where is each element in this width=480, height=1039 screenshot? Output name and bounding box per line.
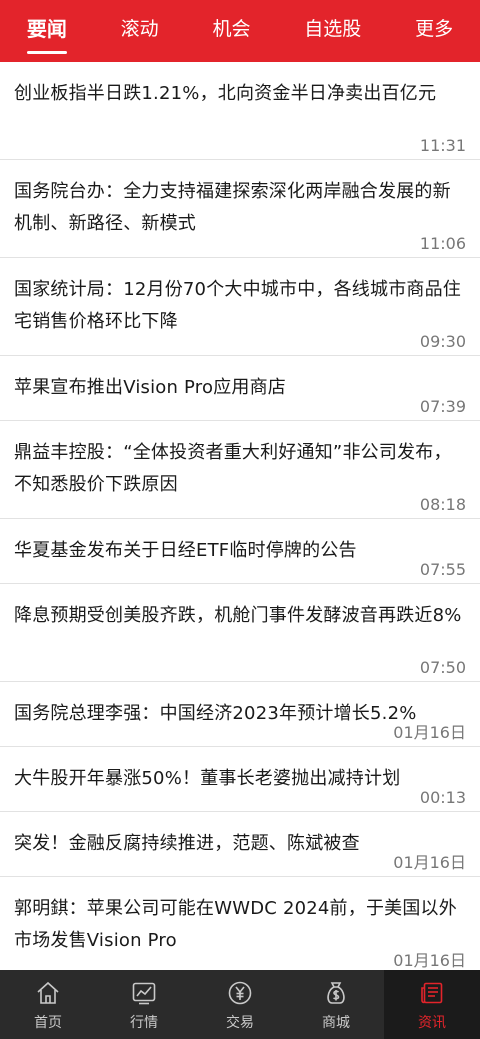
news-title: 鼎益丰控股：“全体投资者重大利好通知”非公司发布，不知悉股价下跌原因 xyxy=(14,442,452,495)
news-item[interactable]: 国务院台办：全力支持福建探索深化两岸融合发展的新机制、新路径、新模式 11:06 xyxy=(0,160,480,258)
chart-icon xyxy=(129,978,159,1008)
app: 要闻 滚动 机会 自选股 更多 创业板指半日跌1.21%，北向资金半日净卖出百亿… xyxy=(0,0,480,1039)
tab-rolling[interactable]: 滚动 xyxy=(113,0,167,62)
nav-trade[interactable]: 交易 xyxy=(192,970,288,1039)
news-title: 创业板指半日跌1.21%，北向资金半日净卖出百亿元 xyxy=(14,83,437,104)
news-list[interactable]: 创业板指半日跌1.21%，北向资金半日净卖出百亿元 11:31 国务院台办：全力… xyxy=(0,62,480,970)
news-item[interactable]: 郭明錤：苹果公司可能在WWDC 2024前，于美国以外市场发售Vision Pr… xyxy=(0,877,480,970)
news-title: 华夏基金发布关于日经ETF临时停牌的公告 xyxy=(14,540,357,561)
nav-home[interactable]: 首页 xyxy=(0,970,96,1039)
nav-label: 商城 xyxy=(322,1014,350,1031)
tab-more[interactable]: 更多 xyxy=(407,0,461,62)
nav-label: 行情 xyxy=(130,1014,158,1031)
news-time: 09:30 xyxy=(419,332,466,351)
tab-opportunities[interactable]: 机会 xyxy=(204,0,258,62)
news-time: 07:39 xyxy=(419,397,466,416)
news-item[interactable]: 创业板指半日跌1.21%，北向资金半日净卖出百亿元 11:31 xyxy=(0,62,480,160)
news-title: 大牛股开年暴涨50%！董事长老婆抛出减持计划 xyxy=(14,768,401,789)
news-item[interactable]: 国务院总理李强：中国经济2023年预计增长5.2% 01月16日 xyxy=(0,682,480,747)
news-time: 01月16日 xyxy=(393,723,466,742)
news-title: 郭明錤：苹果公司可能在WWDC 2024前，于美国以外市场发售Vision Pr… xyxy=(14,898,457,951)
nav-label: 交易 xyxy=(226,1014,254,1031)
money-bag-icon xyxy=(321,978,351,1008)
news-item[interactable]: 大牛股开年暴涨50%！董事长老婆抛出减持计划 00:13 xyxy=(0,747,480,812)
home-icon xyxy=(33,978,63,1008)
nav-mall[interactable]: 商城 xyxy=(288,970,384,1039)
news-item[interactable]: 华夏基金发布关于日经ETF临时停牌的公告 07:55 xyxy=(0,519,480,584)
news-item[interactable]: 鼎益丰控股：“全体投资者重大利好通知”非公司发布，不知悉股价下跌原因 08:18 xyxy=(0,421,480,519)
nav-label: 资讯 xyxy=(418,1014,446,1031)
news-time: 07:50 xyxy=(419,658,466,677)
news-item[interactable]: 苹果宣布推出Vision Pro应用商店 07:39 xyxy=(0,356,480,421)
news-time: 07:55 xyxy=(419,560,466,579)
news-time: 11:31 xyxy=(419,136,466,155)
news-icon xyxy=(417,978,447,1008)
nav-label: 首页 xyxy=(34,1014,62,1031)
bottom-nav: 首页 行情 交易 商城 资讯 xyxy=(0,970,480,1039)
news-title: 降息预期受创美股齐跌，机舱门事件发酵波音再跌近8% xyxy=(14,605,462,626)
yen-icon xyxy=(225,978,255,1008)
tab-headlines[interactable]: 要闻 xyxy=(19,0,75,62)
nav-news[interactable]: 资讯 xyxy=(384,970,480,1039)
news-time: 08:18 xyxy=(419,495,466,514)
news-item[interactable]: 降息预期受创美股齐跌，机舱门事件发酵波音再跌近8% 07:50 xyxy=(0,584,480,682)
news-item[interactable]: 国家统计局：12月份70个大中城市中，各线城市商品住宅销售价格环比下降 09:3… xyxy=(0,258,480,356)
news-time: 01月16日 xyxy=(393,853,466,872)
news-title: 国务院台办：全力支持福建探索深化两岸融合发展的新机制、新路径、新模式 xyxy=(14,181,451,234)
news-time: 00:13 xyxy=(419,788,466,807)
nav-market[interactable]: 行情 xyxy=(96,970,192,1039)
news-time: 01月16日 xyxy=(393,951,466,970)
news-title: 苹果宣布推出Vision Pro应用商店 xyxy=(14,377,286,398)
top-tab-bar: 要闻 滚动 机会 自选股 更多 xyxy=(0,0,480,62)
news-title: 国家统计局：12月份70个大中城市中，各线城市商品住宅销售价格环比下降 xyxy=(14,279,462,332)
news-item[interactable]: 突发！金融反腐持续推进，范题、陈斌被查 01月16日 xyxy=(0,812,480,877)
news-time: 11:06 xyxy=(419,234,466,253)
tab-watchlist[interactable]: 自选股 xyxy=(296,0,369,62)
